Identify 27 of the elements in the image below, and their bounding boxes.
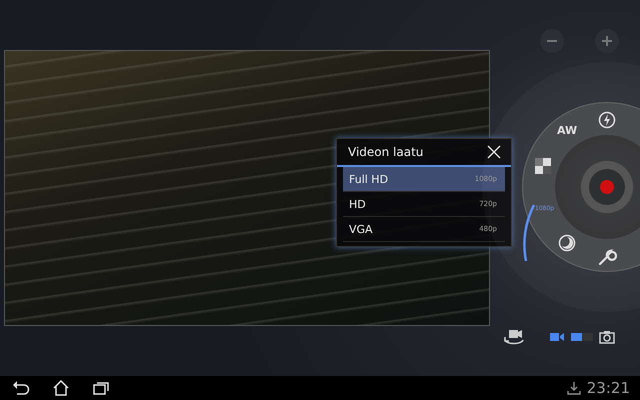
- home-icon: [52, 380, 70, 396]
- camera-icon[interactable]: [599, 330, 615, 344]
- video-camera-icon[interactable]: [549, 330, 565, 344]
- close-button[interactable]: [487, 145, 501, 159]
- back-icon: [12, 380, 30, 396]
- awb-mode-button[interactable]: AW: [557, 124, 578, 137]
- recent-apps-button[interactable]: [92, 380, 110, 396]
- switch-camera-button[interactable]: [503, 328, 525, 346]
- home-button[interactable]: [52, 380, 70, 396]
- zoom-in-button[interactable]: [595, 29, 619, 53]
- download-icon: [566, 381, 581, 395]
- back-button[interactable]: [12, 380, 30, 396]
- wrench-icon[interactable]: [597, 248, 617, 268]
- close-icon: [487, 145, 501, 159]
- zoom-out-button[interactable]: [540, 29, 564, 53]
- clock: 23:21: [586, 379, 630, 397]
- plus-icon: [601, 35, 613, 47]
- checkerboard-icon[interactable]: [534, 157, 552, 175]
- moon-icon[interactable]: [558, 234, 576, 252]
- recent-apps-icon: [92, 380, 110, 396]
- option-label: VGA: [349, 222, 373, 236]
- option-label: Full HD: [349, 172, 388, 186]
- option-label: HD: [349, 198, 366, 210]
- camera-rotate-icon: [503, 328, 525, 346]
- menu-title: Videon laatu: [348, 145, 424, 159]
- mode-toggle[interactable]: [571, 333, 593, 341]
- flash-icon[interactable]: [598, 111, 616, 129]
